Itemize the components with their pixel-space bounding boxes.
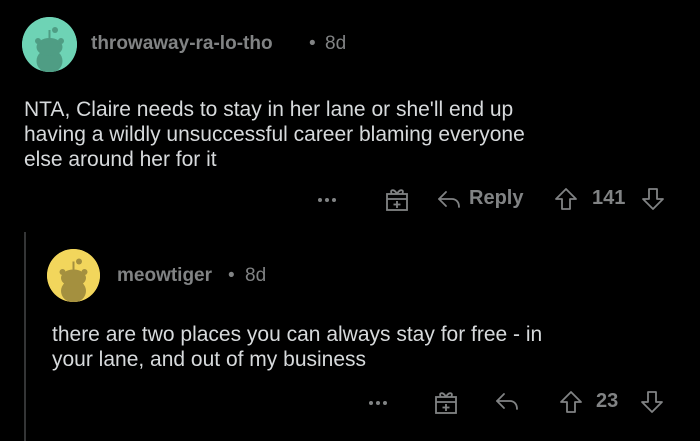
comment-author[interactable]: throwaway-ra-lo-tho	[91, 33, 273, 55]
award-button[interactable]	[384, 186, 410, 212]
gift-icon	[386, 189, 408, 211]
comment-body-line: there are two places you can always stay…	[52, 323, 543, 346]
avatar[interactable]	[47, 249, 100, 302]
more-options-button[interactable]	[365, 392, 391, 412]
comment-age: 8d	[325, 33, 347, 54]
comment-age: 8d	[245, 265, 267, 286]
comment-body-line: having a wildly unsuccessful career blam…	[24, 123, 525, 146]
downvote-button[interactable]	[640, 186, 666, 212]
downvote-arrow-icon	[641, 391, 663, 413]
ellipsis-icon	[318, 198, 336, 202]
comment-author[interactable]: meowtiger	[117, 265, 212, 287]
comment-body: there are two places you can always stay…	[52, 322, 692, 372]
upvote-arrow-icon	[560, 391, 582, 413]
vote-count: 23	[596, 390, 619, 412]
upvote-button[interactable]	[553, 186, 579, 212]
more-options-button[interactable]	[314, 189, 340, 209]
reply-arrow-icon	[438, 191, 460, 208]
reply-button[interactable]: Reply	[436, 186, 528, 214]
meta-separator: •	[228, 265, 235, 286]
meta-separator: •	[309, 33, 316, 54]
comment-body-line: else around her for it	[24, 148, 217, 171]
vote-count: 141	[592, 187, 626, 209]
upvote-arrow-icon	[555, 188, 577, 210]
reply-arrow-icon	[496, 393, 518, 410]
gift-icon	[435, 392, 457, 414]
comment-body-line: your lane, and out of my business	[52, 348, 367, 371]
reddit-snoo-icon	[47, 249, 100, 302]
ellipsis-icon	[369, 401, 387, 405]
comment-body: NTA, Claire needs to stay in her lane or…	[24, 97, 684, 172]
downvote-arrow-icon	[642, 188, 664, 210]
comment-body-line: NTA, Claire needs to stay in her lane or…	[24, 98, 514, 121]
downvote-button[interactable]	[639, 389, 665, 415]
award-button[interactable]	[433, 389, 459, 415]
reply-label: Reply	[469, 187, 524, 209]
upvote-button[interactable]	[558, 389, 584, 415]
reddit-snoo-icon	[22, 17, 77, 72]
reply-button[interactable]	[494, 390, 520, 414]
avatar[interactable]	[22, 17, 77, 72]
thread-line[interactable]	[24, 232, 26, 441]
